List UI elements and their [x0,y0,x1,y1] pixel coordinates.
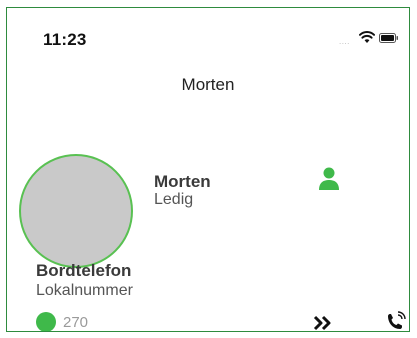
avatar[interactable] [19,154,133,268]
wifi-icon [359,31,375,43]
signal-dots: .... [339,37,350,46]
person-icon [319,167,339,190]
section-title: Bordtelefon [36,261,132,280]
page-title: Morten [181,75,235,94]
status-bar: 11:23 .... [7,8,409,60]
contact-name: Morten [154,172,211,191]
call-icon[interactable] [385,311,407,332]
app-frame: 11:23 .... Morten Morten Ledig Bordtelef… [6,7,410,332]
status-time: 11:23 [43,30,87,49]
battery-icon [379,33,398,43]
contact-status: Ledig [154,191,194,208]
forward-icon[interactable] [313,315,333,331]
status-dot [36,312,56,331]
extension-number: 270 [63,314,89,331]
section-subtitle: Lokalnummer [36,282,133,299]
